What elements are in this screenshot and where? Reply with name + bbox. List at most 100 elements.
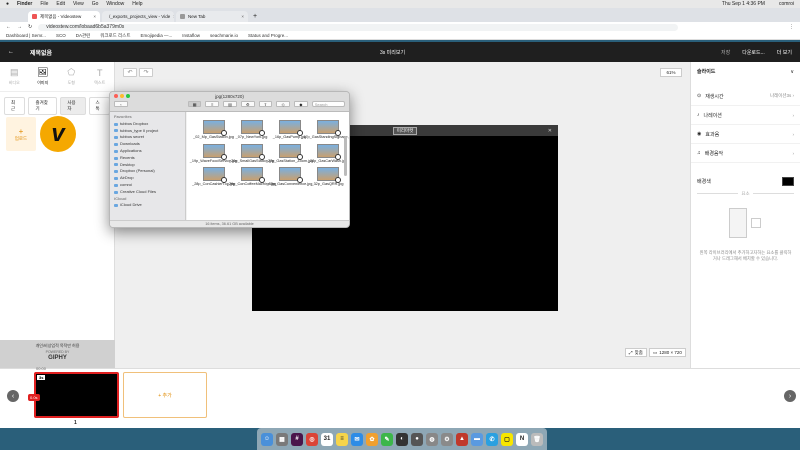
extensions-icon[interactable]: ⋮: [789, 24, 794, 30]
tab-stock[interactable]: 스톡: [88, 97, 110, 115]
notion-icon[interactable]: N: [516, 432, 528, 446]
upload-button[interactable]: + 업로드: [6, 117, 36, 151]
finder-file[interactable]: _27p_GasStation_Zoom.jpg: [266, 143, 313, 164]
finder-sidebar-item[interactable]: Creative Cloud Files: [114, 189, 181, 196]
finder-file[interactable]: _19p_WaveFoodService.jpg: [190, 143, 237, 164]
menu-edit[interactable]: Edit: [56, 1, 65, 7]
finder-sidebar-item[interactable]: AirDrop: [114, 175, 181, 182]
finder-sidebar-item[interactable]: comroi: [114, 182, 181, 189]
resolution-button[interactable]: ▭ 1280 × 720: [649, 348, 686, 357]
bookmark-item[interactable]: Dashboard | Semr...: [6, 33, 46, 38]
dropbox-icon[interactable]: ◆: [294, 101, 308, 107]
teams-icon[interactable]: ●: [411, 432, 423, 446]
disk-icon[interactable]: ◍: [426, 432, 438, 446]
address-bar[interactable]: videostew.com/lobaad6b5a379m0s: [38, 23, 679, 31]
finder-sidebar-item[interactable]: tubbos_type II project: [114, 128, 181, 135]
finder-search-input[interactable]: Search: [311, 101, 346, 107]
uploaded-image-thumbnail[interactable]: v: [40, 116, 76, 152]
finder-file[interactable]: _28p_GasCarWash.jpg: [308, 143, 347, 164]
finder-file[interactable]: _32p_GasQRR.jpg: [309, 167, 346, 187]
menubar-clock[interactable]: Thu Sep 1 4:36 PM: [722, 1, 765, 7]
background-color-swatch[interactable]: [782, 176, 794, 186]
mail-icon[interactable]: ✉: [351, 432, 363, 446]
redo-button[interactable]: ↷: [139, 68, 153, 77]
bookmark-item[interactable]: seachmarie.io: [210, 33, 238, 38]
finder-file[interactable]: _02_Mp_GasStation.jpg: [193, 120, 234, 140]
settings-icon[interactable]: ⚙: [441, 432, 453, 446]
bookmark-item[interactable]: SCO: [56, 33, 66, 38]
bookmark-item[interactable]: 워크로드 리스트: [100, 33, 130, 39]
finder-sidebar-item[interactable]: Recents: [114, 155, 181, 162]
finder-file[interactable]: _30p_GasConvenience.jpg: [267, 167, 312, 187]
trash-icon[interactable]: 🗑: [531, 432, 543, 446]
tab-close-icon[interactable]: ×: [93, 14, 96, 19]
menu-view[interactable]: View: [73, 1, 84, 7]
finder-sidebar-item[interactable]: Desktop: [114, 162, 181, 169]
fit-button[interactable]: ⤢ 맞춤: [625, 348, 647, 357]
finder-icon[interactable]: ☺: [261, 432, 273, 446]
collapse-chevron-icon[interactable]: ∨: [790, 69, 794, 75]
sound-effect-row[interactable]: ◉ 효과음 ›: [691, 125, 800, 144]
narration-row[interactable]: ♪ 나레이션 ›: [691, 106, 800, 125]
group-icon[interactable]: ▤: [223, 101, 237, 107]
tab-recent[interactable]: 최근: [4, 97, 26, 115]
cat-icon[interactable]: ◐: [396, 432, 408, 446]
save-button[interactable]: 저장: [721, 49, 730, 56]
finder-sidebar-item[interactable]: tubbos Dropbox: [114, 121, 181, 128]
browser-tab-2[interactable]: /_exports_projects_view - Vide×: [102, 11, 174, 22]
browser-tab-1[interactable]: 제목없음 - Videostew ×: [28, 11, 100, 22]
app-icon[interactable]: ▲: [456, 432, 468, 446]
reload-icon[interactable]: ↻: [28, 24, 32, 30]
project-title[interactable]: 제목없음: [30, 48, 52, 57]
calendar-icon[interactable]: 31: [321, 432, 333, 446]
share-icon[interactable]: ⇪: [258, 101, 273, 107]
finder-titlebar[interactable]: jpg(1280x720) ‹ ▦ ≡ ▤ ⚙ ⇪ ◇ ◆ Search: [110, 92, 349, 112]
more-button[interactable]: 더 보기: [777, 49, 792, 56]
finder-file[interactable]: _17p_GasStandingSignage.jpg: [301, 120, 349, 140]
bookmark-item[interactable]: DA관련: [76, 33, 91, 39]
library-shape-tab[interactable]: ⬠ 도형: [57, 62, 86, 91]
finder-sidebar-item[interactable]: iCloud Drive: [114, 202, 181, 209]
preview-button[interactable]: 3s 미리보기: [380, 49, 405, 56]
library-image-tab[interactable]: 🖼 이미지: [29, 62, 58, 91]
notes-icon[interactable]: ≡: [336, 432, 348, 446]
icon-view-icon[interactable]: ▦: [187, 101, 202, 107]
finder-sidebar-item[interactable]: Dropbox (Personal): [114, 168, 181, 175]
finder-scrollbar[interactable]: [344, 136, 347, 176]
menu-help[interactable]: Help: [132, 1, 142, 7]
bookmark-item[interactable]: Instaflow: [182, 33, 200, 38]
undo-button[interactable]: ↶: [123, 68, 137, 77]
zoom-level[interactable]: 61%: [660, 68, 682, 77]
finder-file[interactable]: _07p_NewYork.jpg: [233, 120, 270, 140]
launchpad-icon[interactable]: ▦: [276, 432, 288, 446]
menubar-user[interactable]: comroi: [779, 1, 794, 7]
tab-close-icon[interactable]: ×: [173, 14, 174, 19]
library-video-tab[interactable]: ▤ 비디오: [0, 62, 29, 91]
download-button[interactable]: 다운로드...: [742, 49, 765, 56]
finder-sidebar-item[interactable]: tubbos secret: [114, 134, 181, 141]
back-arrow-icon[interactable]: ←: [6, 24, 11, 30]
menu-file[interactable]: File: [40, 1, 48, 7]
menu-window[interactable]: Window: [106, 1, 124, 7]
bookmark-item[interactable]: Status and Progre...: [248, 33, 288, 38]
tab-close-icon[interactable]: ×: [241, 14, 244, 19]
browser-tab-3[interactable]: New Tab ×: [176, 11, 248, 22]
slack-icon[interactable]: #: [291, 432, 303, 446]
canvas-preview-label[interactable]: 미리마컷: [392, 126, 418, 135]
new-tab-icon[interactable]: +: [253, 13, 257, 20]
finder-sidebar-item[interactable]: Applications: [114, 148, 181, 155]
duration-row[interactable]: ⊙ 재생시간 나레이션3s ›: [691, 87, 800, 106]
tab-user[interactable]: 사용자: [60, 97, 86, 115]
finder-file[interactable]: _29p_ConCoffeeMachine.jpg: [227, 167, 276, 187]
menu-app-name[interactable]: Finder: [17, 1, 32, 7]
add-scene-button[interactable]: + 추가: [123, 372, 207, 418]
photos-icon[interactable]: ✿: [366, 432, 378, 446]
tab-favorites[interactable]: 즐겨찾기: [28, 97, 58, 115]
tag-icon[interactable]: ◇: [276, 101, 291, 107]
bookmark-item[interactable]: Emojipedia —...: [140, 33, 172, 38]
chrome-icon[interactable]: ◎: [306, 432, 318, 446]
list-view-icon[interactable]: ≡: [205, 101, 220, 107]
forward-arrow-icon[interactable]: →: [17, 24, 22, 30]
apple-icon[interactable]: ●: [6, 1, 9, 7]
canvas-close-icon[interactable]: ✕: [545, 128, 555, 134]
